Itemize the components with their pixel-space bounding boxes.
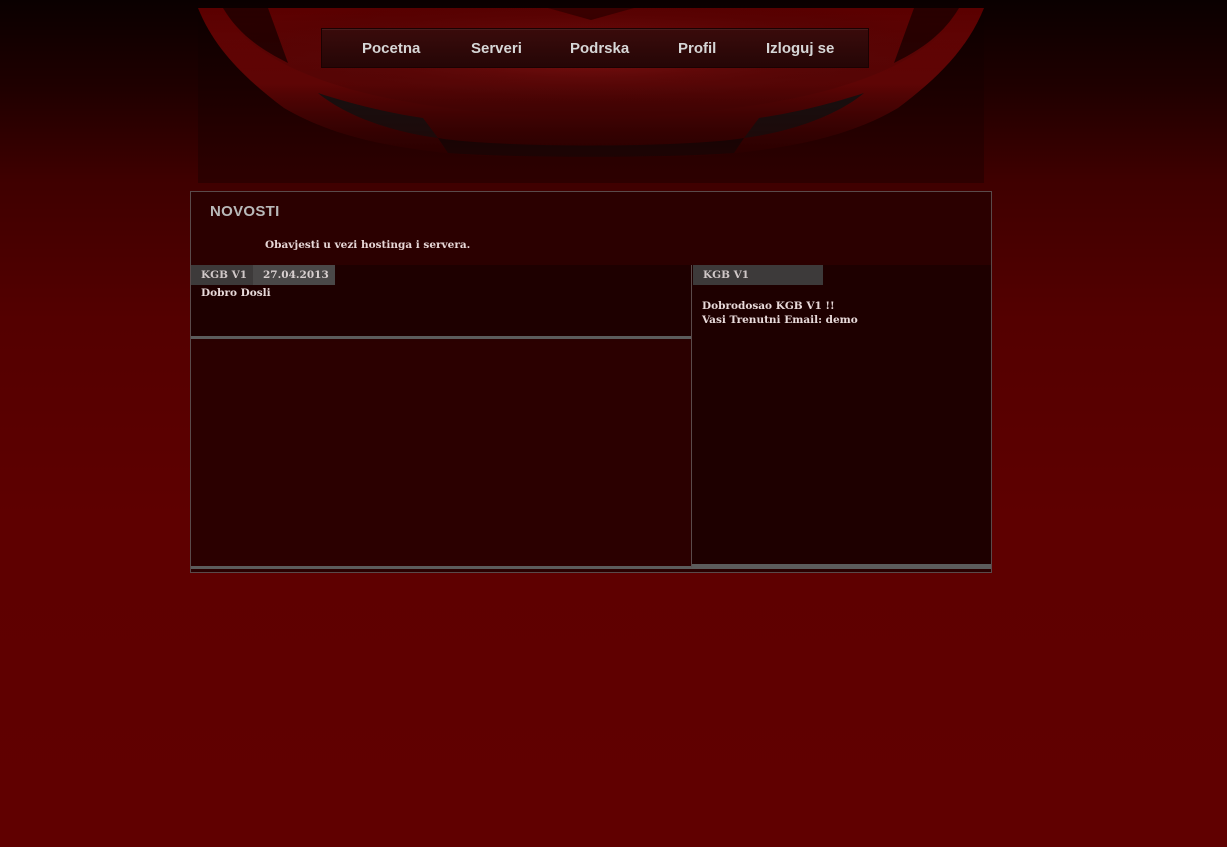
main-nav: Pocetna Serveri Podrska Profil Izloguj s… xyxy=(321,28,869,68)
content-panel: NOVOSTI Obavjesti u vezi hostinga i serv… xyxy=(190,191,992,573)
news-empty-area xyxy=(191,342,692,569)
post-author-tab: KGB V1 xyxy=(191,265,253,285)
nav-item-podrska[interactable]: Podrska xyxy=(570,40,629,57)
nav-item-logout[interactable]: Izloguj se xyxy=(766,40,834,57)
nav-item-serveri[interactable]: Serveri xyxy=(471,40,522,57)
news-post: KGB V1 27.04.2013 Dobro Dosli xyxy=(191,265,692,339)
nav-item-pocetna[interactable]: Pocetna xyxy=(362,40,420,57)
post-date-tab: 27.04.2013 xyxy=(253,265,335,285)
news-header: NOVOSTI Obavjesti u vezi hostinga i serv… xyxy=(191,192,991,266)
user-info-box: KGB V1 Dobrodosao KGB V1 !! Vasi Trenutn… xyxy=(691,265,991,569)
post-body: Dobro Dosli xyxy=(201,287,271,299)
news-title: NOVOSTI xyxy=(210,203,280,220)
welcome-message: Dobrodosao KGB V1 !! xyxy=(702,300,835,312)
user-info-tab: KGB V1 xyxy=(693,265,823,285)
news-subtitle: Obavjesti u vezi hostinga i servera. xyxy=(265,239,471,251)
email-line: Vasi Trenutni Email: demo xyxy=(702,314,858,326)
nav-item-profil[interactable]: Profil xyxy=(678,40,716,57)
